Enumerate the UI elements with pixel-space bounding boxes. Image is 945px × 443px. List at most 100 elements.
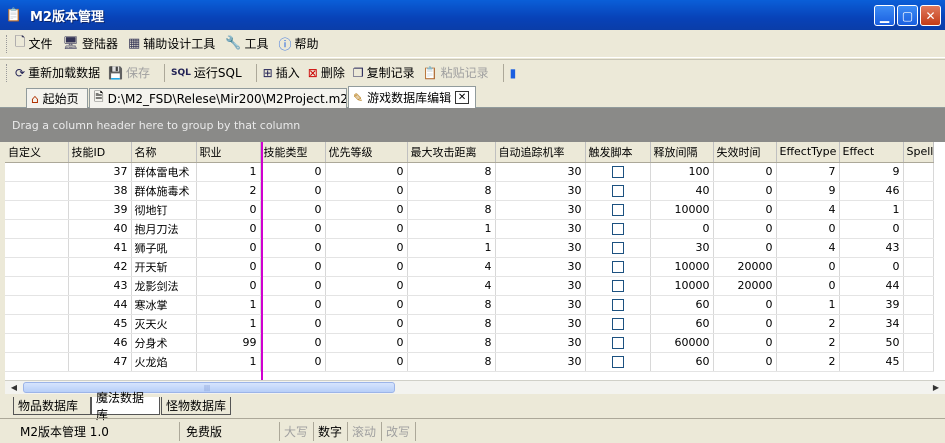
cell-name[interactable]: 群体雷电术 [131, 162, 197, 182]
trigger-script-cell[interactable] [585, 238, 651, 258]
column-header[interactable]: 优先等级 [325, 142, 408, 163]
trigger-script-checkbox[interactable] [611, 337, 624, 349]
cell-id[interactable]: 41 [68, 238, 132, 258]
cell-etype[interactable]: 4 [776, 200, 840, 220]
cell-empty[interactable] [903, 238, 935, 258]
cell-effect[interactable]: 34 [839, 314, 904, 334]
cell-job[interactable]: 2 [196, 181, 261, 201]
tab-db-editor[interactable]: ✎ 游戏数据库编辑 ✕ [348, 86, 476, 108]
minimize-button[interactable]: ▁ [874, 5, 895, 26]
cell-etype[interactable]: 4 [776, 238, 840, 258]
cell-empty[interactable] [5, 333, 69, 353]
cell-effect[interactable]: 39 [839, 295, 904, 315]
trigger-script-cell[interactable] [585, 257, 651, 277]
trigger-script-cell[interactable] [585, 295, 651, 315]
cell-prio[interactable]: 0 [325, 219, 408, 239]
cell-interval[interactable]: 0 [650, 219, 714, 239]
cell-expire[interactable]: 20000 [713, 276, 777, 296]
cell-id[interactable]: 39 [68, 200, 132, 220]
trigger-script-cell[interactable] [585, 352, 651, 372]
column-header[interactable]: 名称 [131, 142, 197, 163]
cell-etype[interactable]: 2 [776, 314, 840, 334]
insert-button[interactable]: ⊞ 插入 [263, 64, 300, 81]
cell-empty[interactable] [5, 200, 69, 220]
cell-empty[interactable] [5, 219, 69, 239]
cell-prio[interactable]: 0 [325, 162, 408, 182]
trigger-script-checkbox[interactable] [611, 261, 624, 273]
trigger-script-cell[interactable] [585, 219, 651, 239]
cell-job[interactable]: 0 [196, 257, 261, 277]
cell-job[interactable]: 0 [196, 219, 261, 239]
cell-empty[interactable] [903, 295, 935, 315]
column-header[interactable]: 技能ID [68, 142, 132, 163]
cell-name[interactable]: 寒冰掌 [131, 295, 197, 315]
maximize-button[interactable]: ▢ [897, 5, 918, 26]
cell-empty[interactable] [903, 200, 935, 220]
cell-job[interactable]: 0 [196, 276, 261, 296]
table-row[interactable]: 38 群体施毒术 2 0 0 8 30 40 0 9 46 [5, 181, 935, 201]
cell-expire[interactable]: 0 [713, 314, 777, 334]
column-header[interactable]: Spell [903, 142, 935, 163]
cell-type[interactable]: 0 [260, 200, 326, 220]
cell-expire[interactable]: 0 [713, 352, 777, 372]
tab-items-db[interactable]: 物品数据库 [13, 397, 91, 415]
cell-etype[interactable]: 0 [776, 219, 840, 239]
cell-job[interactable]: 1 [196, 162, 261, 182]
cell-type[interactable]: 0 [260, 219, 326, 239]
column-header[interactable]: 自定义 [5, 142, 69, 163]
cell-type[interactable]: 0 [260, 314, 326, 334]
cell-interval[interactable]: 60000 [650, 333, 714, 353]
cell-id[interactable]: 37 [68, 162, 132, 182]
cell-type[interactable]: 0 [260, 352, 326, 372]
cell-track[interactable]: 30 [495, 295, 586, 315]
cell-prio[interactable]: 0 [325, 276, 408, 296]
cell-range[interactable]: 8 [407, 295, 496, 315]
cell-interval[interactable]: 60 [650, 314, 714, 334]
trigger-script-cell[interactable] [585, 181, 651, 201]
cell-etype[interactable]: 2 [776, 333, 840, 353]
cell-empty[interactable] [5, 257, 69, 277]
cell-range[interactable]: 8 [407, 200, 496, 220]
cell-range[interactable]: 8 [407, 181, 496, 201]
book-button[interactable]: ▮ [510, 66, 520, 80]
cell-id[interactable]: 40 [68, 219, 132, 239]
trigger-script-checkbox[interactable] [611, 280, 624, 292]
group-by-panel[interactable]: Drag a column header here to group by th… [0, 108, 945, 142]
cell-range[interactable]: 8 [407, 352, 496, 372]
cell-job[interactable]: 99 [196, 333, 261, 353]
cell-interval[interactable]: 30 [650, 238, 714, 258]
tab-start-page[interactable]: ⌂ 起始页 [26, 88, 88, 108]
cell-track[interactable]: 30 [495, 200, 586, 220]
cell-interval[interactable]: 10000 [650, 200, 714, 220]
trigger-script-cell[interactable] [585, 200, 651, 220]
table-row[interactable]: 37 群体雷电术 1 0 0 8 30 100 0 7 9 [5, 162, 935, 182]
column-header[interactable]: 自动追踪机率 [495, 142, 586, 163]
cell-empty[interactable] [903, 276, 935, 296]
cell-prio[interactable]: 0 [325, 352, 408, 372]
cell-prio[interactable]: 0 [325, 333, 408, 353]
column-header[interactable]: Effect [839, 142, 904, 163]
reload-data-button[interactable]: ⟳ 重新加载数据 [15, 64, 100, 81]
cell-expire[interactable]: 0 [713, 162, 777, 182]
cell-name[interactable]: 开天斩 [131, 257, 197, 277]
menu-launcher[interactable]: 🖥 登陆器 [62, 35, 118, 52]
cell-name[interactable]: 灭天火 [131, 314, 197, 334]
cell-etype[interactable]: 2 [776, 352, 840, 372]
save-button[interactable]: 💾 保存 [108, 64, 150, 81]
cell-etype[interactable]: 1 [776, 295, 840, 315]
trigger-script-cell[interactable] [585, 276, 651, 296]
trigger-script-checkbox[interactable] [611, 223, 624, 235]
cell-expire[interactable]: 0 [713, 181, 777, 201]
delete-button[interactable]: ⊠ 删除 [308, 64, 345, 81]
table-row[interactable]: 47 火龙焰 1 0 0 8 30 60 0 2 45 [5, 352, 935, 372]
cell-range[interactable]: 4 [407, 276, 496, 296]
cell-track[interactable]: 30 [495, 238, 586, 258]
cell-empty[interactable] [903, 219, 935, 239]
cell-id[interactable]: 45 [68, 314, 132, 334]
cell-job[interactable]: 1 [196, 295, 261, 315]
trigger-script-checkbox[interactable] [611, 299, 624, 311]
run-sql-button[interactable]: SQL 运行SQL [171, 64, 242, 81]
cell-interval[interactable]: 60 [650, 295, 714, 315]
cell-expire[interactable]: 0 [713, 200, 777, 220]
cell-range[interactable]: 1 [407, 238, 496, 258]
